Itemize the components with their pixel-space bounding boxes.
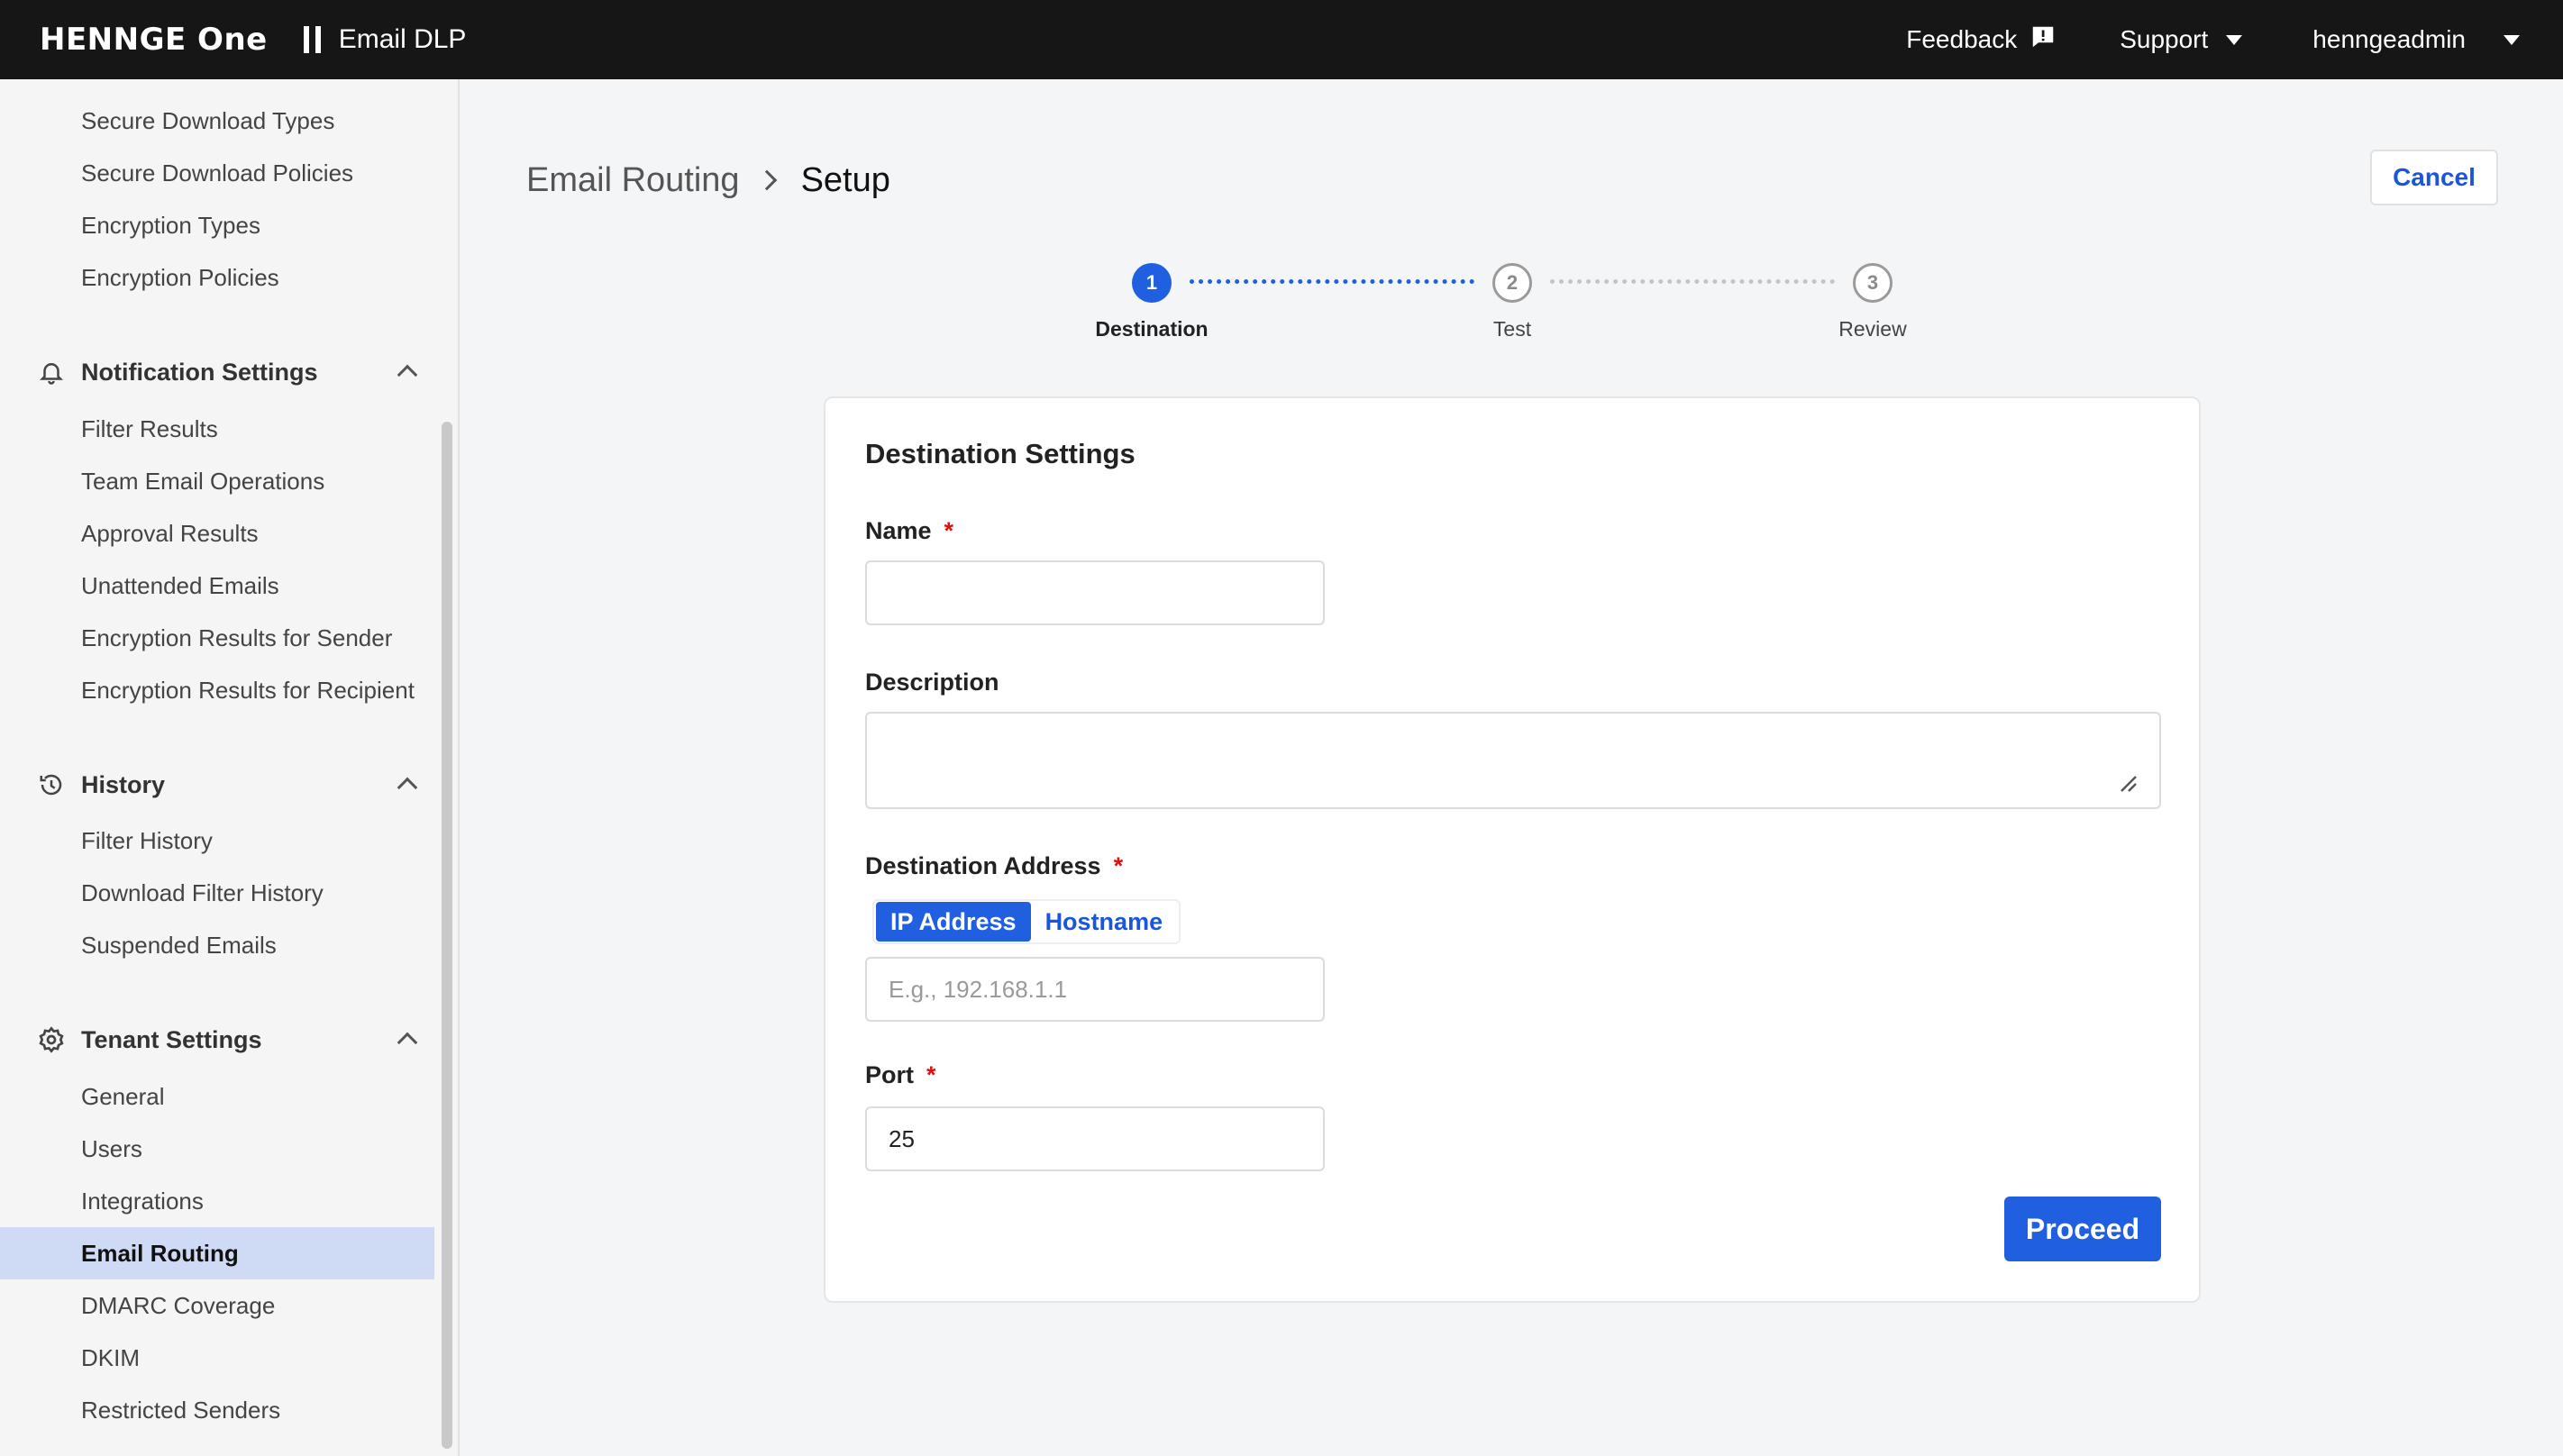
gear-icon	[36, 1024, 67, 1055]
sidebar-item-encryption-types[interactable]: Encryption Types	[0, 199, 434, 251]
sidebar-scroll-thumb[interactable]	[442, 422, 452, 1449]
sidebar-section-notification-settings[interactable]: Notification Settings	[0, 346, 434, 398]
chevron-up-icon[interactable]	[397, 777, 418, 798]
required-mark: *	[926, 1061, 936, 1088]
page-title: Setup	[800, 160, 890, 199]
name-input[interactable]	[865, 560, 1325, 625]
resize-handle-icon[interactable]	[2118, 773, 2138, 793]
feedback-icon	[2029, 23, 2057, 57]
description-textarea[interactable]	[865, 712, 2161, 809]
user-name: henngeadmin	[2312, 25, 2466, 53]
product-separator-icon	[303, 26, 321, 53]
address-type-toggle: IP Address Hostname	[872, 899, 1181, 944]
chevron-up-icon[interactable]	[397, 364, 418, 386]
user-menu[interactable]: henngeadmin	[2312, 0, 2520, 79]
step-2-indicator: 2	[1492, 263, 1532, 303]
bell-icon	[36, 357, 67, 387]
history-icon	[36, 769, 67, 800]
sidebar-item-approval-results[interactable]: Approval Results	[0, 507, 434, 560]
sidebar-section-history[interactable]: History	[0, 759, 434, 811]
sidebar-item-team-email-operations[interactable]: Team Email Operations	[0, 455, 434, 507]
step-1-label: Destination	[1095, 317, 1209, 341]
support-menu[interactable]: Support	[2120, 0, 2243, 79]
required-mark: *	[1113, 852, 1124, 879]
required-mark: *	[944, 517, 954, 544]
sidebar-item-users[interactable]: Users	[0, 1123, 434, 1175]
destination-address-label: Destination Address *	[865, 852, 1124, 879]
breadcrumb: Email Routing Setup	[526, 155, 890, 205]
sidebar-item-encryption-policies[interactable]: Encryption Policies	[0, 251, 434, 304]
sidebar: Secure Download Types Secure Download Po…	[0, 79, 460, 1456]
caret-down-icon	[2504, 34, 2520, 45]
sidebar-item-unattended-emails[interactable]: Unattended Emails	[0, 560, 434, 612]
sidebar-item-dkim[interactable]: DKIM	[0, 1332, 434, 1384]
sidebar-item-suspended-emails[interactable]: Suspended Emails	[0, 919, 434, 971]
step-3-indicator: 3	[1853, 263, 1893, 303]
hostname-toggle[interactable]: Hostname	[1030, 902, 1178, 942]
port-label: Port *	[865, 1061, 936, 1088]
product-name[interactable]: Email DLP	[339, 24, 467, 55]
step-connector-1	[1190, 279, 1474, 284]
step-connector-2	[1550, 279, 1835, 284]
sidebar-section-tenant-settings[interactable]: Tenant Settings	[0, 1014, 434, 1066]
port-input[interactable]	[865, 1106, 1325, 1171]
sidebar-item-dmarc-coverage[interactable]: DMARC Coverage	[0, 1279, 434, 1332]
section-title: History	[81, 770, 166, 798]
sidebar-item-restricted-senders[interactable]: Restricted Senders	[0, 1384, 434, 1436]
destination-address-input[interactable]	[865, 957, 1325, 1022]
sidebar-item-general[interactable]: General	[0, 1070, 434, 1123]
sidebar-item-encryption-results-recipient[interactable]: Encryption Results for Recipient	[0, 664, 434, 716]
caret-down-icon	[2226, 34, 2243, 45]
section-title: Notification Settings	[81, 358, 318, 386]
support-label: Support	[2120, 25, 2209, 53]
feedback-label: Feedback	[1906, 25, 2018, 53]
sidebar-item-encryption-results-sender[interactable]: Encryption Results for Sender	[0, 612, 434, 664]
step-2-label: Test	[1492, 317, 1532, 341]
top-bar-actions: Feedback Support henngeadmin	[1906, 0, 2563, 79]
breadcrumb-parent-link[interactable]: Email Routing	[526, 161, 740, 200]
ip-address-toggle[interactable]: IP Address	[876, 902, 1031, 942]
sidebar-item-filter-history[interactable]: Filter History	[0, 814, 434, 867]
sidebar-item-secure-download-policies[interactable]: Secure Download Policies	[0, 147, 434, 199]
step-3-label: Review	[1838, 317, 1907, 341]
chevron-up-icon[interactable]	[397, 1032, 418, 1053]
chevron-right-icon	[756, 169, 777, 191]
proceed-button[interactable]: Proceed	[2004, 1197, 2161, 1261]
sidebar-item-integrations[interactable]: Integrations	[0, 1175, 434, 1227]
sidebar-scrollbar[interactable]	[436, 79, 458, 1456]
cancel-button[interactable]: Cancel	[2370, 150, 2498, 205]
sidebar-item-email-routing[interactable]: Email Routing	[0, 1227, 434, 1279]
description-label: Description	[865, 669, 999, 696]
sidebar-item-download-filter-history[interactable]: Download Filter History	[0, 867, 434, 919]
feedback-button[interactable]: Feedback	[1906, 0, 2057, 79]
destination-settings-card: Destination Settings Name * Description D…	[824, 396, 2201, 1303]
brand-logo[interactable]: HENNGE One	[40, 22, 268, 58]
section-title: Tenant Settings	[81, 1025, 262, 1053]
step-1-indicator: 1	[1132, 263, 1172, 303]
top-bar: HENNGE One Email DLP Feedback Support he…	[0, 0, 2563, 79]
name-label: Name *	[865, 517, 954, 544]
sidebar-item-filter-results[interactable]: Filter Results	[0, 403, 434, 455]
sidebar-item-secure-download-types[interactable]: Secure Download Types	[0, 95, 434, 147]
section-title: Destination Settings	[865, 438, 1136, 469]
